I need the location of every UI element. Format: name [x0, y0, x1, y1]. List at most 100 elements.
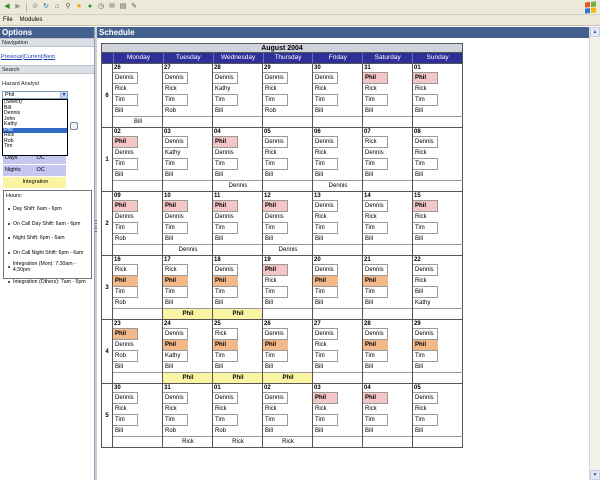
- shift-slot[interactable]: Tim: [163, 94, 188, 105]
- back-icon[interactable]: ◀: [3, 3, 11, 11]
- shift-slot[interactable]: Bill: [263, 169, 288, 180]
- shift-slot[interactable]: Rick: [363, 83, 388, 94]
- shift-slot[interactable]: Dennis: [113, 339, 138, 350]
- shift-slot[interactable]: Dennis: [163, 136, 188, 147]
- media-icon[interactable]: ●: [86, 3, 94, 11]
- shift-slot[interactable]: Dennis: [313, 328, 338, 339]
- shift-slot[interactable]: Bill: [213, 169, 238, 180]
- shift-slot[interactable]: Phil: [313, 392, 338, 403]
- day-cell[interactable]: 25 Rick Phil Tim Bill Phil: [212, 320, 263, 383]
- shift-slot[interactable]: Bill: [413, 105, 438, 116]
- shift-slot[interactable]: Tim: [263, 414, 288, 425]
- shift-slot[interactable]: Bill: [313, 169, 338, 180]
- menu-modules[interactable]: Modules: [20, 17, 43, 23]
- shift-slot[interactable]: Dennis: [213, 72, 238, 83]
- shift-slot[interactable]: Dennis: [163, 211, 188, 222]
- shift-slot[interactable]: Phil: [163, 275, 188, 286]
- shift-slot[interactable]: Dennis: [113, 211, 138, 222]
- shift-slot[interactable]: Tim: [113, 222, 138, 233]
- shift-slot[interactable]: Bill: [113, 425, 138, 436]
- shift-slot[interactable]: Phil: [363, 72, 388, 83]
- integration-slot[interactable]: [313, 116, 363, 127]
- integration-slot[interactable]: Dennis: [313, 180, 363, 191]
- shift-slot[interactable]: Rick: [413, 147, 438, 158]
- day-cell[interactable]: 28 Dennis Kathy Tim Bill: [212, 64, 263, 127]
- shift-slot[interactable]: Rick: [313, 147, 338, 158]
- shift-slot[interactable]: Tim: [263, 286, 288, 297]
- day-cell[interactable]: 12 Phil Dennis Tim Bill Dennis: [262, 192, 313, 255]
- shift-slot[interactable]: Dennis: [263, 392, 288, 403]
- shift-slot[interactable]: Dennis: [163, 392, 188, 403]
- integration-slot[interactable]: Rick: [163, 436, 213, 447]
- shift-slot[interactable]: Phil: [363, 339, 388, 350]
- shift-slot[interactable]: Dennis: [263, 72, 288, 83]
- shift-slot[interactable]: Rick: [263, 147, 288, 158]
- day-cell[interactable]: 05 Dennis Rick Tim Bill: [262, 128, 313, 191]
- shift-slot[interactable]: Phil: [113, 200, 138, 211]
- integration-slot[interactable]: [363, 244, 413, 255]
- day-cell[interactable]: 18 Dennis Phil Tim Bill Phil: [212, 256, 263, 319]
- shift-slot[interactable]: Rick: [413, 211, 438, 222]
- shift-slot[interactable]: Bill: [313, 233, 338, 244]
- shift-slot[interactable]: Bill: [113, 105, 138, 116]
- shift-slot[interactable]: Bill: [413, 169, 438, 180]
- shift-slot[interactable]: Rick: [213, 328, 238, 339]
- shift-slot[interactable]: Tim: [213, 350, 238, 361]
- integration-slot[interactable]: [113, 244, 163, 255]
- shift-slot[interactable]: Tim: [263, 350, 288, 361]
- shift-slot[interactable]: Rob: [113, 350, 138, 361]
- day-cell[interactable]: 10 Phil Dennis Tim Bill Dennis: [162, 192, 213, 255]
- integration-slot[interactable]: [213, 116, 263, 127]
- day-cell[interactable]: 17 Rick Phil Tim Bill Phil: [162, 256, 213, 319]
- shift-slot[interactable]: Rick: [163, 83, 188, 94]
- day-cell[interactable]: 02 Phil Dennis Tim Bill: [112, 128, 163, 191]
- integration-slot[interactable]: [263, 180, 313, 191]
- shift-slot[interactable]: Dennis: [113, 392, 138, 403]
- day-cell[interactable]: 29 Dennis Phil Tim Bill: [412, 320, 463, 383]
- day-cell[interactable]: 24 Dennis Phil Kathy Bill Phil: [162, 320, 213, 383]
- integration-slot[interactable]: Phil: [163, 372, 213, 383]
- integration-slot[interactable]: Phil: [163, 308, 213, 319]
- integration-slot[interactable]: [413, 308, 463, 319]
- shift-slot[interactable]: Tim: [263, 94, 288, 105]
- shift-slot[interactable]: Phil: [313, 275, 338, 286]
- shift-slot[interactable]: Bill: [363, 361, 388, 372]
- shift-slot[interactable]: Phil: [413, 339, 438, 350]
- day-cell[interactable]: 04 Phil Rick Tim Bill: [362, 384, 413, 447]
- integration-slot[interactable]: Bill: [113, 116, 163, 127]
- integration-slot[interactable]: Dennis: [163, 244, 213, 255]
- shift-slot[interactable]: Bill: [313, 361, 338, 372]
- day-cell[interactable]: 19 Phil Rick Tim Bill: [262, 256, 313, 319]
- integration-slot[interactable]: Phil: [213, 308, 263, 319]
- day-cell[interactable]: 13 Dennis Rick Tim Bill: [312, 192, 363, 255]
- shift-slot[interactable]: Rick: [263, 83, 288, 94]
- shift-slot[interactable]: Rick: [263, 403, 288, 414]
- day-cell[interactable]: 22 Dennis Rick Bill Kathy: [412, 256, 463, 319]
- favorites-icon[interactable]: ★: [75, 3, 83, 11]
- shift-slot[interactable]: Tim: [313, 350, 338, 361]
- day-cell[interactable]: 31 Phil Rick Tim Bill: [362, 64, 413, 127]
- shift-slot[interactable]: Rick: [413, 275, 438, 286]
- shift-slot[interactable]: Phil: [213, 275, 238, 286]
- shift-slot[interactable]: Dennis: [413, 392, 438, 403]
- shift-slot[interactable]: Phil: [163, 200, 188, 211]
- shift-slot[interactable]: Dennis: [213, 147, 238, 158]
- day-cell[interactable]: 08 Dennis Rick Tim Bill: [412, 128, 463, 191]
- integration-slot[interactable]: [363, 308, 413, 319]
- shift-slot[interactable]: Dennis: [313, 200, 338, 211]
- shift-slot[interactable]: Bill: [113, 169, 138, 180]
- shift-slot[interactable]: Bill: [413, 286, 438, 297]
- integration-slot[interactable]: [413, 244, 463, 255]
- day-cell[interactable]: 29 Dennis Rick Tim Rob: [262, 64, 313, 127]
- shift-slot[interactable]: Rob: [113, 233, 138, 244]
- shift-slot[interactable]: Tim: [263, 222, 288, 233]
- shift-slot[interactable]: Rick: [313, 339, 338, 350]
- shift-slot[interactable]: Tim: [113, 414, 138, 425]
- shift-slot[interactable]: Rick: [113, 83, 138, 94]
- shift-slot[interactable]: Bill: [313, 425, 338, 436]
- vertical-scrollbar[interactable]: ▲ ▼: [589, 27, 600, 480]
- day-cell[interactable]: 04 Phil Dennis Tim Bill Dennis: [212, 128, 263, 191]
- shift-slot[interactable]: Dennis: [213, 264, 238, 275]
- shift-slot[interactable]: Kathy: [213, 83, 238, 94]
- shift-slot[interactable]: Bill: [163, 169, 188, 180]
